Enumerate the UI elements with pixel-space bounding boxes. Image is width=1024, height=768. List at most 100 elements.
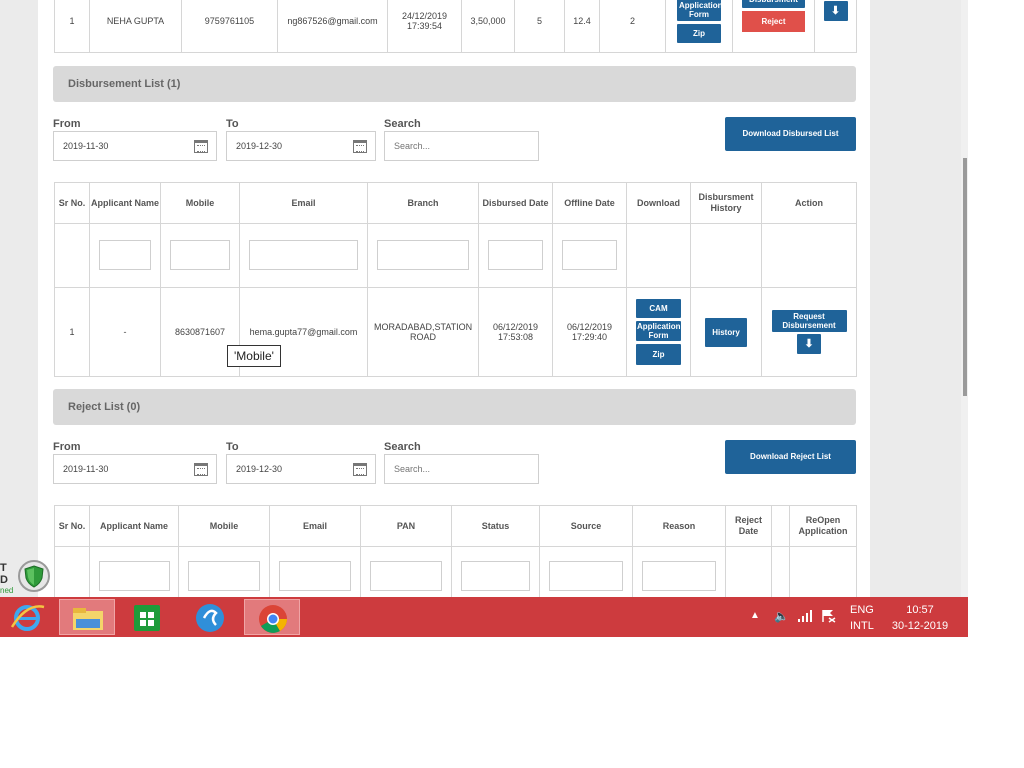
filter-input[interactable] (488, 239, 543, 270)
clock-date: 30-12-2019 (891, 620, 949, 632)
internet-explorer-icon[interactable] (0, 599, 56, 635)
clock[interactable]: 10:57 30-12-2019 (886, 602, 954, 634)
taskbar: ▲ 🔈 ENG INTL 10:57 30-12-2019 (0, 597, 968, 637)
column-tooltip: 'Mobile' (227, 345, 281, 367)
filter-input[interactable] (279, 560, 351, 591)
search-input[interactable] (384, 131, 539, 161)
offline-date-cell: 06/12/2019 17:29:40 (552, 287, 627, 377)
column-header: Action (761, 182, 857, 224)
calendar-icon[interactable] (194, 140, 208, 153)
download-arrow-button[interactable]: ⬇ (797, 334, 821, 354)
time-value: 17:29:40 (571, 332, 608, 342)
mobile-cell: 9759761105 (181, 0, 278, 53)
calendar-icon[interactable] (353, 140, 367, 153)
download-cell: Application Form Zip (665, 0, 733, 53)
filter-input[interactable] (562, 239, 617, 270)
from-label: From (53, 118, 81, 130)
from-date-input[interactable]: 2019-11-30 (53, 454, 217, 484)
applicant-name-cell: NEHA GUPTA (89, 0, 182, 53)
date-value: 06/12/2019 (566, 322, 613, 332)
file-explorer-icon[interactable] (59, 599, 115, 635)
request-disbursement-button[interactable]: Request Disbursement (771, 310, 847, 332)
security-widget[interactable]: TD ned (0, 558, 52, 597)
column-header: ReOpen Application (789, 505, 857, 547)
filter-input[interactable] (461, 560, 530, 591)
to-label: To (226, 118, 239, 130)
reject-section-header: Reject List (0) (53, 389, 856, 425)
sr-cell: 1 (54, 287, 90, 377)
download-reject-list-button[interactable]: Download Reject List (725, 440, 856, 474)
filter-input[interactable] (549, 560, 623, 591)
table-row: 1 NEHA GUPTA 9759761105 ng867526@gmail.c… (54, 0, 857, 53)
column-header: Mobile (178, 505, 270, 547)
table-row: 1 - 8630871607 hema.gupta77@gmail.com MO… (54, 287, 857, 377)
from-date-value: 2019-11-30 (63, 141, 109, 151)
action-cell: Request Disbursement ⬇ (761, 287, 857, 377)
download-arrow-button[interactable]: ⬇ (823, 1, 848, 21)
column-header: Sr No. (54, 182, 90, 224)
filter-input[interactable] (370, 560, 442, 591)
column-header: Offline Date (552, 182, 627, 224)
store-icon[interactable] (118, 599, 174, 635)
filter-input[interactable] (98, 560, 170, 591)
disbursed-date-cell: 06/12/2019 17:53:08 (478, 287, 553, 377)
application-form-button[interactable]: Application Form (636, 321, 681, 341)
header-row: Sr No. Applicant Name Mobile Email Branc… (54, 182, 857, 224)
search-label: Search (384, 118, 421, 130)
time-value: 17:53:08 (497, 332, 534, 342)
date-value: 06/12/2019 (492, 322, 539, 332)
action-center-icon[interactable] (821, 609, 837, 623)
screen: 1 NEHA GUPTA 9759761105 ng867526@gmail.c… (0, 0, 1024, 768)
arrow-down-icon: ⬇ (830, 5, 841, 17)
column-header: Email (269, 505, 361, 547)
history-cell: History (690, 287, 762, 377)
disbursement-button[interactable]: Disbursment (742, 0, 805, 8)
language-indicator[interactable]: ENG INTL (850, 602, 874, 634)
page-content: 1 NEHA GUPTA 9759761105 ng867526@gmail.c… (38, 0, 870, 597)
to-date-input[interactable]: 2019-12-30 (226, 131, 376, 161)
search-input[interactable] (384, 454, 539, 484)
from-date-input[interactable]: 2019-11-30 (53, 131, 217, 161)
date-value: 24/12/2019 (401, 10, 448, 21)
action-cell-2: ⬇ (814, 0, 857, 53)
app-icon[interactable] (182, 599, 238, 635)
filter-row (54, 546, 857, 597)
show-hidden-icons[interactable]: ▲ (750, 610, 760, 621)
security-status-text: ned (0, 586, 14, 595)
column-header: Status (451, 505, 540, 547)
scrollbar-thumb[interactable] (963, 158, 967, 396)
filter-input[interactable] (642, 560, 716, 591)
history-button[interactable]: History (705, 317, 747, 347)
layout-label: INTL (850, 620, 874, 632)
branch-cell: MORADABAD,STATION ROAD (367, 287, 479, 377)
to-date-input[interactable]: 2019-12-30 (226, 454, 376, 484)
download-disbursed-list-button[interactable]: Download Disbursed List (725, 117, 856, 151)
value-cell: 12.4 (564, 0, 600, 53)
zip-button[interactable]: Zip (636, 344, 681, 365)
arrow-down-icon: ⬇ (804, 338, 814, 350)
column-header: Applicant Name (89, 182, 161, 224)
filter-input[interactable] (377, 239, 469, 270)
email-cell: ng867526@gmail.com (277, 0, 388, 53)
filter-input[interactable] (99, 239, 151, 270)
network-icon[interactable] (797, 609, 813, 623)
top-table: 1 NEHA GUPTA 9759761105 ng867526@gmail.c… (54, 0, 857, 53)
chrome-icon[interactable] (244, 599, 300, 635)
column-header: Download (626, 182, 691, 224)
reject-table: Sr No. Applicant Name Mobile Email PAN S… (54, 505, 857, 597)
zip-button[interactable]: Zip (677, 24, 721, 43)
filter-input[interactable] (170, 239, 230, 270)
vertical-scrollbar[interactable] (961, 0, 968, 597)
filter-input[interactable] (249, 239, 358, 270)
speaker-icon[interactable]: 🔈 (774, 609, 789, 623)
column-header: Disbursment History (690, 182, 762, 224)
filter-input[interactable] (188, 560, 260, 591)
calendar-icon[interactable] (194, 463, 208, 476)
reject-button[interactable]: Reject (742, 11, 805, 32)
search-label: Search (384, 441, 421, 453)
from-date-value: 2019-11-30 (63, 464, 109, 474)
application-form-button[interactable]: Application Form (677, 0, 723, 21)
column-header (771, 505, 790, 547)
cam-button[interactable]: CAM (636, 299, 681, 318)
calendar-icon[interactable] (353, 463, 367, 476)
